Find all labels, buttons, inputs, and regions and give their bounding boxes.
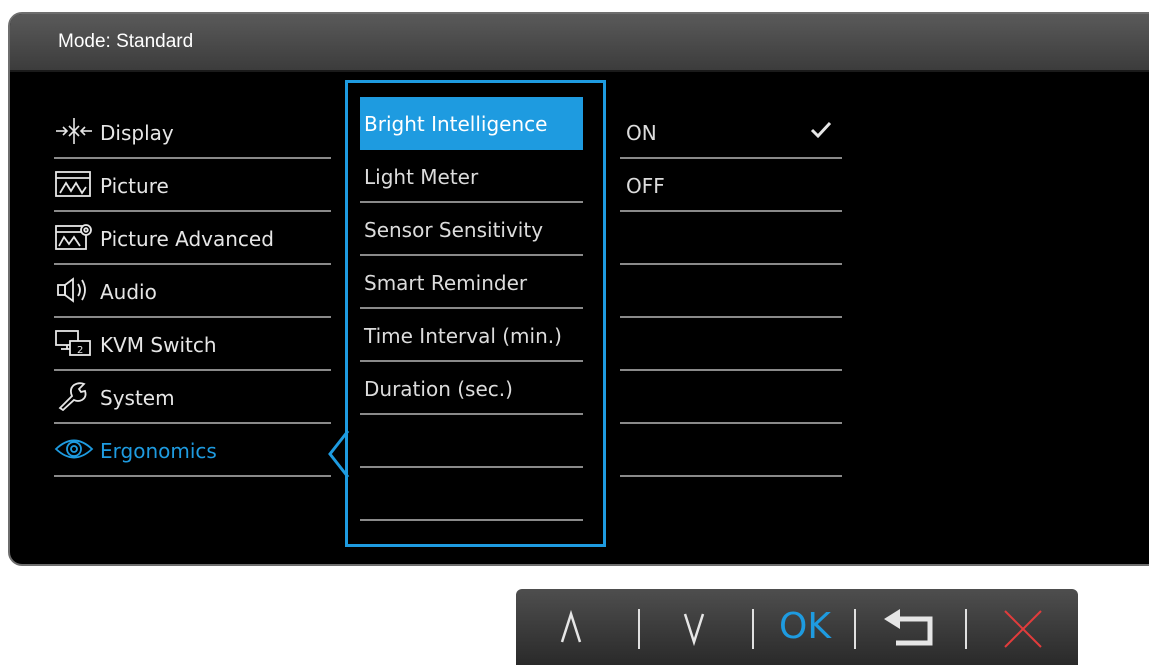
submenu-item-light-meter[interactable]: Light Meter [360,150,583,203]
menu-item-picture-advanced[interactable]: Picture Advanced [54,212,331,265]
option-empty [620,265,842,318]
audio-icon [54,275,94,305]
option-empty [620,318,842,371]
submenu-item-label: Duration (sec.) [364,377,513,401]
kvm-switch-icon: 2 [54,328,94,358]
display-icon [54,116,94,146]
submenu-item-sensor-sensitivity[interactable]: Sensor Sensitivity [360,203,583,256]
separator [965,609,967,649]
option-on[interactable]: ON [620,106,842,159]
menu-item-audio[interactable]: Audio [54,265,331,318]
submenu-item-label: Sensor Sensitivity [364,218,544,242]
menu-item-picture[interactable]: Picture [54,159,331,212]
separator [752,609,754,649]
picture-advanced-icon [54,222,94,252]
separator [638,609,640,649]
menu-item-display[interactable]: Display [54,106,331,159]
submenu-item-duration[interactable]: Duration (sec.) [360,362,583,415]
ergonomics-submenu: Bright Intelligence Light Meter Sensor S… [345,80,606,547]
menu-item-label: System [100,386,175,410]
eye-icon [54,434,94,464]
ok-label: OK [779,606,831,647]
separator [854,609,856,649]
menu-item-label: Picture [100,174,169,198]
submenu-item-label: Bright Intelligence [364,112,548,136]
wrench-icon [54,381,94,412]
back-button[interactable] [868,589,958,665]
picture-icon [54,169,94,199]
submenu-item-label: Smart Reminder [364,271,528,295]
exit-button[interactable] [978,589,1068,665]
submenu-item-time-interval[interactable]: Time Interval (min.) [360,309,583,362]
check-icon [810,120,832,140]
submenu-item-empty [360,468,583,521]
down-button[interactable] [649,589,739,665]
option-label: ON [626,121,657,145]
down-icon [683,613,705,647]
option-empty [620,371,842,424]
svg-text:2: 2 [77,345,83,356]
close-icon [1004,610,1042,648]
option-empty [620,424,842,477]
up-button[interactable] [526,589,616,665]
menu-item-label: Ergonomics [100,439,217,463]
osd-header: Mode: Standard [10,14,1149,72]
submenu-item-label: Time Interval (min.) [364,324,562,348]
submenu-item-label: Light Meter [364,165,479,189]
back-icon [884,609,933,646]
up-icon [560,609,582,643]
menu-item-label: KVM Switch [100,333,217,357]
menu-item-label: Audio [100,280,157,304]
option-off[interactable]: OFF [620,159,842,212]
menu-item-ergonomics[interactable]: Ergonomics [54,424,331,477]
menu-item-label: Picture Advanced [100,227,274,251]
submenu-item-empty [360,415,583,468]
menu-item-system[interactable]: System [54,371,331,424]
option-label: OFF [626,174,665,198]
mode-title: Mode: Standard [58,31,194,52]
submenu-item-smart-reminder[interactable]: Smart Reminder [360,256,583,309]
control-button-bar: OK [516,589,1078,665]
submenu-item-bright-intelligence[interactable]: Bright Intelligence [360,97,583,150]
option-empty [620,212,842,265]
menu-item-label: Display [100,121,174,145]
osd-window: Mode: Standard Display Picture Picture A… [8,12,1149,566]
ok-button[interactable]: OK [760,589,850,665]
menu-item-kvm-switch[interactable]: 2 KVM Switch [54,318,331,371]
